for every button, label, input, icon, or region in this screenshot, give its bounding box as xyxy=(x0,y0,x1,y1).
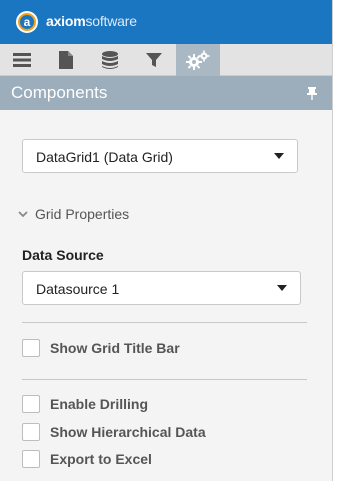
brand-bar: a axiomsoftware xyxy=(0,0,332,44)
menu-icon xyxy=(13,53,31,67)
export-to-excel-checkbox[interactable] xyxy=(22,450,40,468)
show-grid-title-bar-checkbox[interactable] xyxy=(22,339,40,357)
grid-properties-toggle[interactable]: Grid Properties xyxy=(16,204,129,224)
chevron-down-icon xyxy=(277,285,287,291)
brand-name: axiomsoftware xyxy=(46,13,137,29)
gears-icon xyxy=(186,50,210,70)
document-icon xyxy=(59,51,73,69)
data-source-select[interactable]: Datasource 1 xyxy=(22,271,301,305)
panel-header: Components xyxy=(0,76,332,110)
panel-title: Components xyxy=(11,83,108,102)
show-grid-title-bar-label: Show Grid Title Bar xyxy=(50,340,180,356)
filter-icon xyxy=(146,53,162,67)
grid-properties-label: Grid Properties xyxy=(35,206,130,222)
chevron-down-icon xyxy=(18,211,28,218)
brand-name-rest: software xyxy=(85,13,137,29)
axiom-logo-icon: a xyxy=(16,11,38,33)
pin-icon[interactable] xyxy=(305,86,319,100)
show-hierarchical-data-checkbox[interactable] xyxy=(22,423,40,441)
divider xyxy=(22,379,307,380)
panel-content: DataGrid1 (Data Grid) Grid Properties Da… xyxy=(0,110,332,481)
database-tab[interactable] xyxy=(88,44,132,76)
export-to-excel-label: Export to Excel xyxy=(50,451,152,467)
component-select[interactable]: DataGrid1 (Data Grid) xyxy=(22,139,298,173)
data-source-value: Datasource 1 xyxy=(36,281,120,297)
logo-letter: a xyxy=(18,13,36,31)
data-source-label: Data Source xyxy=(22,247,104,263)
components-tab[interactable] xyxy=(176,44,220,76)
toolbar xyxy=(0,44,332,76)
show-hierarchical-data-option[interactable]: Show Hierarchical Data xyxy=(22,422,206,442)
filter-tab[interactable] xyxy=(132,44,176,76)
components-panel-frame: a axiomsoftware Components DataGrid1 (Da… xyxy=(0,0,333,481)
component-select-value: DataGrid1 (Data Grid) xyxy=(36,149,173,165)
enable-drilling-label: Enable Drilling xyxy=(50,396,149,412)
chevron-down-icon xyxy=(274,153,284,159)
show-grid-title-bar-option[interactable]: Show Grid Title Bar xyxy=(22,338,180,358)
divider xyxy=(22,322,307,323)
enable-drilling-checkbox[interactable] xyxy=(22,395,40,413)
menu-tab[interactable] xyxy=(0,44,44,76)
export-to-excel-option[interactable]: Export to Excel xyxy=(22,449,152,469)
brand-name-bold: axiom xyxy=(46,13,86,29)
database-icon xyxy=(102,51,118,69)
document-tab[interactable] xyxy=(44,44,88,76)
enable-drilling-option[interactable]: Enable Drilling xyxy=(22,394,148,414)
show-hierarchical-data-label: Show Hierarchical Data xyxy=(50,424,206,440)
